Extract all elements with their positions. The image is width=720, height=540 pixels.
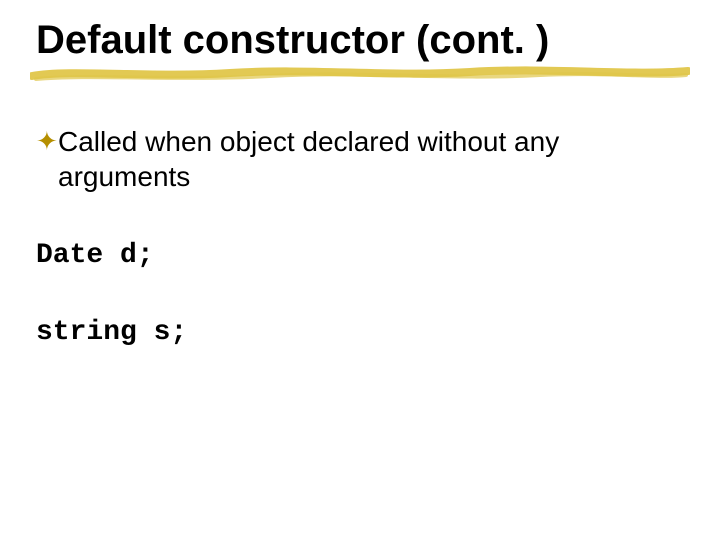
bullet-item: ✦ Called when object declared without an… bbox=[36, 124, 684, 194]
code-line-1: Date d; bbox=[36, 240, 684, 271]
slide: Default constructor (cont. ) ✦ Called wh… bbox=[0, 0, 720, 540]
slide-title: Default constructor (cont. ) bbox=[36, 18, 684, 90]
decorative-bullet-icon: ✦ bbox=[36, 126, 58, 156]
code-line-2: string s; bbox=[36, 317, 684, 348]
title-area: Default constructor (cont. ) bbox=[36, 18, 684, 90]
bullet-text: Called when object declared without any … bbox=[58, 124, 684, 194]
slide-body: ✦ Called when object declared without an… bbox=[36, 124, 684, 348]
